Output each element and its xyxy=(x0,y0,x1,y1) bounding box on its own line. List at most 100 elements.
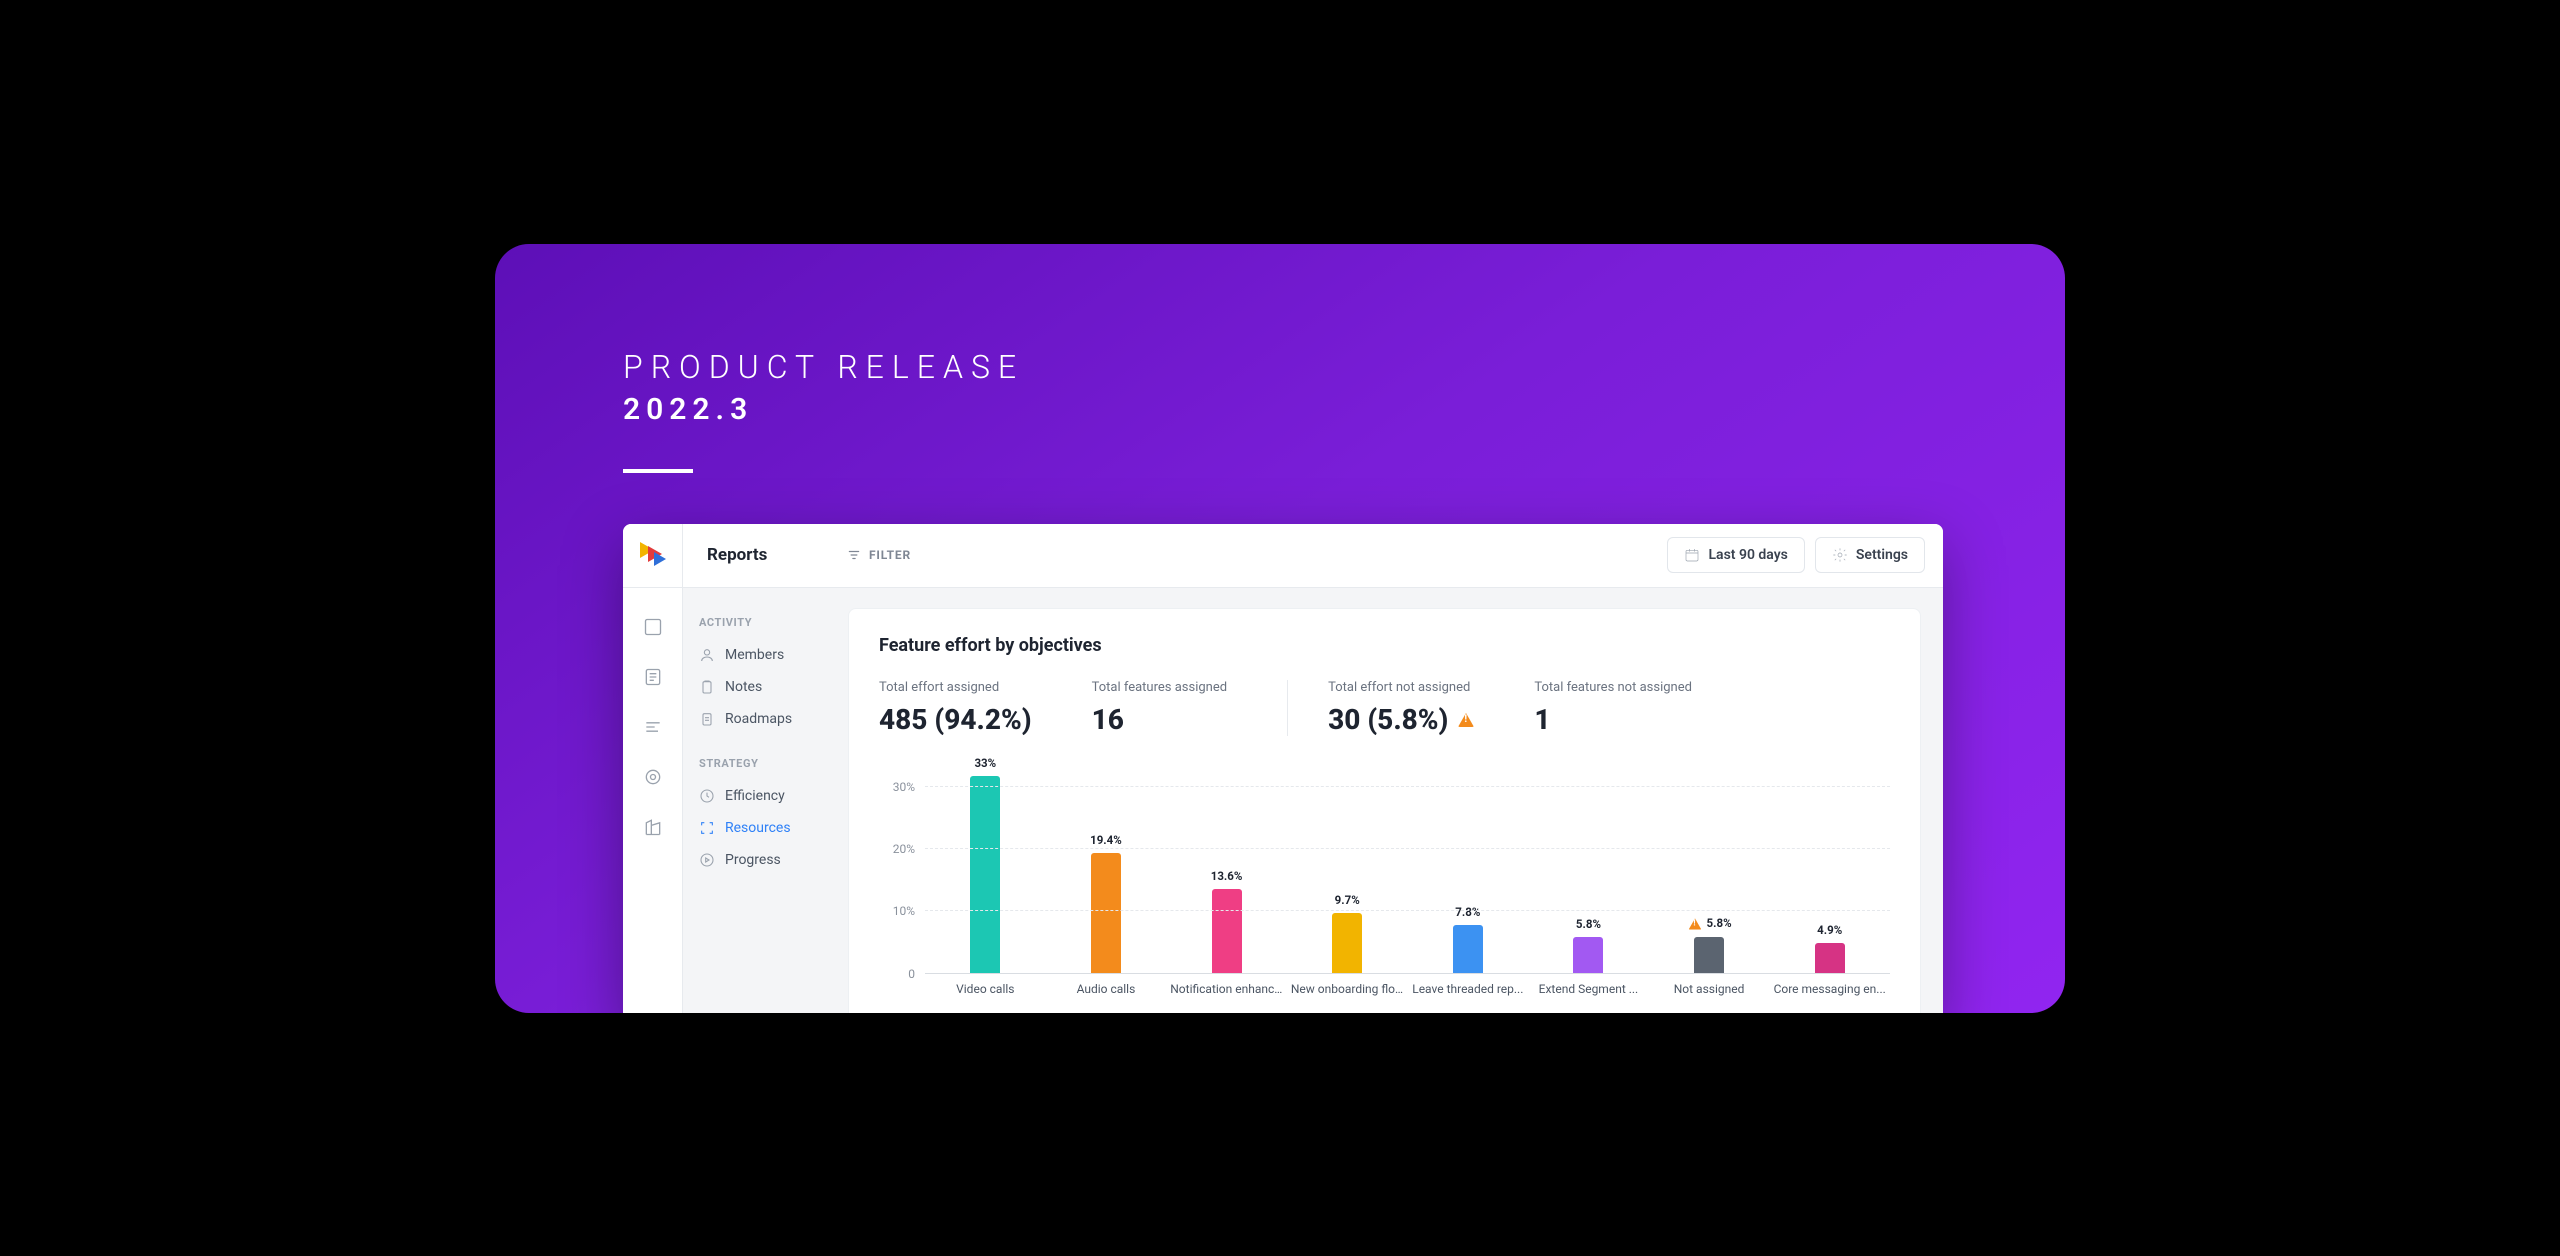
date-range-button[interactable]: Last 90 days xyxy=(1667,537,1804,573)
icon-rail xyxy=(623,588,683,1013)
chart-bar[interactable] xyxy=(1694,937,1724,973)
clipboard-icon xyxy=(699,679,715,695)
sidebar-group-activity: ACTIVITY xyxy=(683,612,838,639)
chart-y-tick: 30% xyxy=(893,780,915,794)
warning-icon xyxy=(1458,713,1474,727)
gear-icon xyxy=(1832,547,1848,563)
chart-bar-column: 4.9% xyxy=(1769,756,1890,974)
bar-chart: 0 10% 20% 30% 33% 19.4% 13.6% 9.7% 7.8% 5.8% 5.8%… xyxy=(879,756,1890,996)
play-circle-icon xyxy=(699,852,715,868)
metric-value: 16 xyxy=(1092,703,1227,736)
rail-item-board[interactable] xyxy=(642,616,664,638)
chart-plot-area: 33% 19.4% 13.6% 9.7% 7.8% 5.8% 5.8% 4.9% Video … xyxy=(925,756,1890,996)
topbar: Reports FILTER Last 90 days Settings xyxy=(623,524,1943,588)
lines-icon xyxy=(643,717,663,737)
chart-y-axis: 0 10% 20% 30% xyxy=(879,756,925,996)
sidebar-item-notes[interactable]: Notes xyxy=(683,671,838,703)
chart-y-tick: 20% xyxy=(893,842,915,856)
chart-x-label: Video calls xyxy=(925,982,1046,996)
chart-bar-column: 13.6% xyxy=(1166,756,1287,974)
chart-bar-column: 9.7% xyxy=(1287,756,1408,974)
report-panel: Feature effort by objectives Total effor… xyxy=(848,608,1921,1013)
sidebar-item-label: Notes xyxy=(725,679,762,695)
chart-gridline xyxy=(925,786,1890,787)
rail-item-building[interactable] xyxy=(642,816,664,838)
rail-item-lines[interactable] xyxy=(642,716,664,738)
filter-icon xyxy=(847,548,861,562)
filter-label: FILTER xyxy=(869,548,911,562)
chart-bar-column: 7.8% xyxy=(1408,756,1529,974)
sidebar-item-roadmaps[interactable]: Roadmaps xyxy=(683,703,838,735)
chart-bar-value-label: 4.9% xyxy=(1817,923,1842,937)
chart-bar-value-label: 5.8% xyxy=(1576,917,1601,931)
metric-label: Total features assigned xyxy=(1092,680,1227,695)
chart-bar[interactable] xyxy=(1573,937,1603,973)
sidebar-item-members[interactable]: Members xyxy=(683,639,838,671)
metric-total-effort-not-assigned: Total effort not assigned 30 (5.8%) xyxy=(1328,680,1534,736)
chart-bar-column: 19.4% xyxy=(1046,756,1167,974)
metric-total-effort-assigned: Total effort assigned 485 (94.2%) xyxy=(879,680,1092,736)
date-range-label: Last 90 days xyxy=(1708,547,1787,563)
sidebar-item-label: Resources xyxy=(725,820,791,836)
board-icon xyxy=(643,617,663,637)
chart-bar-column: 5.8% xyxy=(1528,756,1649,974)
panel-title: Feature effort by objectives xyxy=(879,635,1890,656)
rail-item-notes[interactable] xyxy=(642,666,664,688)
chart-x-label: Leave threaded rep... xyxy=(1408,982,1529,996)
chart-x-label: Not assigned xyxy=(1649,982,1770,996)
app-window: Reports FILTER Last 90 days Settings xyxy=(623,524,1943,1013)
chart-x-label: Audio calls xyxy=(1046,982,1167,996)
chart-x-label: New onboarding flow xyxy=(1287,982,1408,996)
overlay-title-line2: 2022.3 xyxy=(623,392,1024,427)
chart-bar[interactable] xyxy=(970,776,1000,974)
settings-button[interactable]: Settings xyxy=(1815,537,1925,573)
clock-icon xyxy=(699,788,715,804)
sidebar-item-label: Roadmaps xyxy=(725,711,792,727)
target-icon xyxy=(643,767,663,787)
sidebar-item-label: Members xyxy=(725,647,784,663)
chart-bar[interactable] xyxy=(1453,925,1483,974)
chart-bar[interactable] xyxy=(1091,853,1121,974)
filter-button[interactable]: FILTER xyxy=(847,548,911,562)
page-title: Reports xyxy=(707,545,837,565)
main-area: Feature effort by objectives Total effor… xyxy=(838,588,1943,1013)
sidebar-item-label: Progress xyxy=(725,852,781,868)
rail-item-target[interactable] xyxy=(642,766,664,788)
sidebar-item-progress[interactable]: Progress xyxy=(683,844,838,876)
chart-bar-column: 5.8% xyxy=(1649,756,1770,974)
chart-y-tick: 10% xyxy=(893,904,915,918)
overlay-rule xyxy=(623,469,693,473)
chart-bar-value-label: 9.7% xyxy=(1335,893,1360,907)
overlay-title: PRODUCT RELEASE 2022.3 xyxy=(623,348,1024,473)
warning-icon xyxy=(1688,919,1701,930)
sidebar: ACTIVITY Members Notes Roadmaps xyxy=(683,588,838,1013)
chart-gridline xyxy=(925,973,1890,974)
metric-label: Total features not assigned xyxy=(1534,680,1692,695)
sidebar-item-efficiency[interactable]: Efficiency xyxy=(683,780,838,812)
chart-bar[interactable] xyxy=(1332,913,1362,973)
app-logo[interactable] xyxy=(623,524,683,588)
metric-total-features-not-assigned: Total features not assigned 1 xyxy=(1534,680,1752,736)
chart-y-tick: 0 xyxy=(908,967,915,981)
sidebar-group-strategy: STRATEGY xyxy=(683,753,838,780)
chart-gridline xyxy=(925,848,1890,849)
calendar-icon xyxy=(1684,547,1700,563)
metric-value: 485 (94.2%) xyxy=(879,703,1032,736)
notes-icon xyxy=(643,667,663,687)
chart-bar[interactable] xyxy=(1815,943,1845,974)
chart-bar-value-label: 13.6% xyxy=(1211,869,1243,883)
chart-bar[interactable] xyxy=(1212,889,1242,974)
metric-label: Total effort assigned xyxy=(879,680,1032,695)
metric-total-features-assigned: Total features assigned 16 xyxy=(1092,680,1287,736)
chart-x-label: Extend Segment ... xyxy=(1528,982,1649,996)
metric-separator xyxy=(1287,680,1288,736)
metric-value: 1 xyxy=(1534,703,1692,736)
chart-bar-value-label: 33% xyxy=(974,756,996,770)
settings-label: Settings xyxy=(1856,547,1908,563)
metric-value: 30 (5.8%) xyxy=(1328,703,1474,736)
chart-x-label: Core messaging en... xyxy=(1769,982,1890,996)
sidebar-item-resources[interactable]: Resources xyxy=(683,812,838,844)
user-icon xyxy=(699,647,715,663)
chart-bar-column: 33% xyxy=(925,756,1046,974)
chart-x-label: Notification enhanc... xyxy=(1166,982,1287,996)
